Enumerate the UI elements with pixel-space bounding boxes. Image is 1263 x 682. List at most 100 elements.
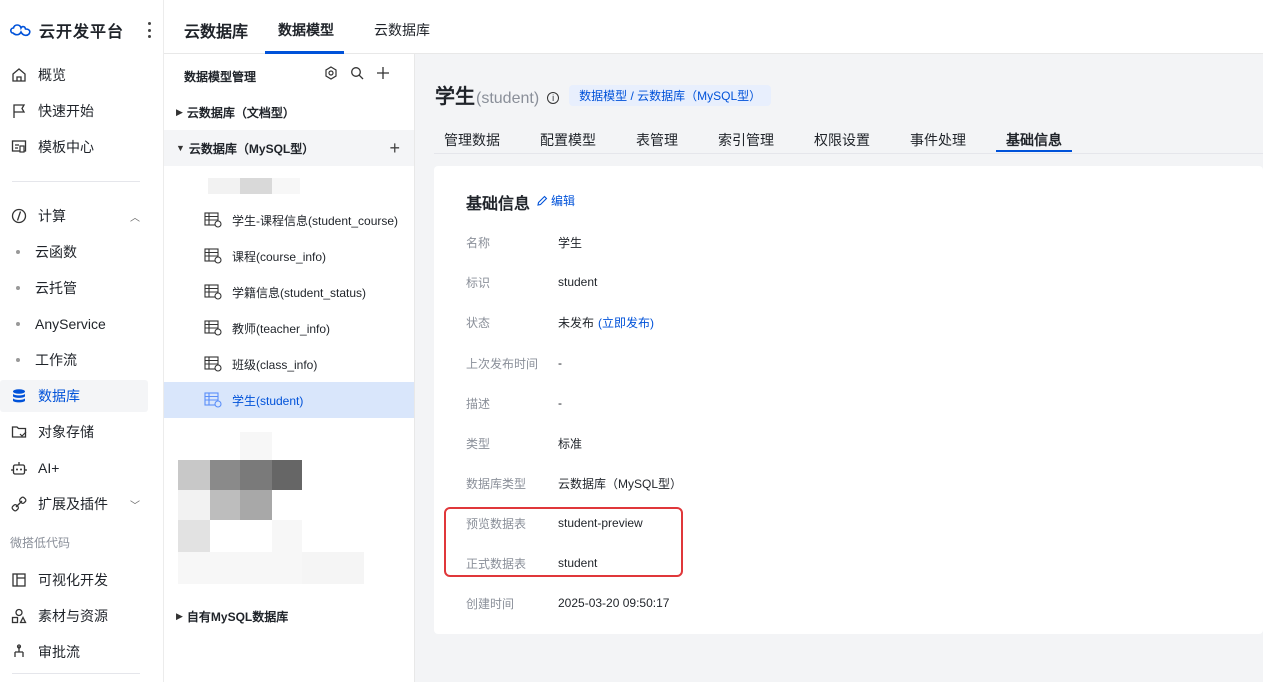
cloud-logo-icon	[10, 24, 31, 37]
row-label: 描述	[466, 396, 491, 411]
blurred-item	[208, 178, 240, 194]
search-icon[interactable]	[350, 66, 364, 80]
blurred-mosaic	[240, 460, 272, 490]
nav-item-approval[interactable]: 审批流	[0, 636, 148, 668]
row-value: 未发布	[558, 315, 595, 330]
bullet-dot	[16, 286, 20, 290]
nav-item-workflow[interactable]: 工作流	[0, 344, 148, 376]
tree-leaf[interactable]: 学生-课程信息(student_course)	[164, 202, 414, 238]
page-header: 学生 (student) i 数据模型 / 云数据库（MySQL型）	[435, 80, 772, 109]
chevron-up-icon: ︿	[130, 212, 140, 224]
nav-item-label: 云托管	[35, 280, 77, 296]
add-model-icon[interactable]: +	[389, 138, 400, 159]
nav-item-database[interactable]: 数据库	[0, 380, 148, 412]
row-label: 类型	[466, 436, 491, 451]
add-icon[interactable]	[376, 66, 390, 80]
tab-cloud-database[interactable]: 云数据库	[374, 20, 430, 40]
tree-leaf-label: 教师(teacher_info)	[232, 321, 331, 336]
nav-item-templates[interactable]: 模板中心	[0, 131, 148, 163]
nav-item-label: 数据库	[38, 388, 80, 404]
nav-item-quickstart[interactable]: 快速开始	[0, 95, 148, 127]
row-label: 状态	[466, 315, 491, 330]
top-bar: 云数据库 数据模型 云数据库	[164, 0, 1263, 54]
pencil-icon	[537, 195, 548, 206]
detail-tabs: 管理数据 配置模型 表管理 索引管理 权限设置 事件处理 基础信息	[434, 128, 1263, 154]
info-row-type: 类型 标准	[466, 433, 582, 453]
edit-button[interactable]: 编辑	[536, 192, 575, 209]
tree-leaf[interactable]: 教师(teacher_info)	[164, 310, 414, 346]
brand-name: 云开发平台	[39, 24, 125, 41]
row-label: 上次发布时间	[466, 356, 539, 371]
blurred-mosaic	[178, 520, 210, 552]
row-label: 标识	[466, 275, 491, 290]
info-row-last-publish: 上次发布时间 -	[466, 353, 562, 373]
tree-leaf-label: 课程(course_info)	[232, 249, 327, 264]
compute-icon	[10, 207, 28, 225]
tab-config-model[interactable]: 配置模型	[540, 130, 596, 150]
nav-divider	[12, 673, 140, 674]
row-value: 云数据库（MySQL型）	[558, 476, 683, 491]
tab-data-model[interactable]: 数据模型	[278, 20, 334, 40]
tab-index-manage[interactable]: 索引管理	[718, 130, 774, 150]
blurred-mosaic	[272, 460, 302, 490]
tree-group-document-db[interactable]: ▶ 云数据库（文档型）	[164, 94, 414, 130]
tree-leaf[interactable]: 班级(class_info)	[164, 346, 414, 382]
info-icon[interactable]: i	[547, 92, 560, 104]
nav-item-cloud-hosting[interactable]: 云托管	[0, 272, 148, 304]
tree-group-mysql-db[interactable]: ▼ 云数据库（MySQL型） +	[164, 130, 414, 166]
tab-permissions[interactable]: 权限设置	[814, 130, 870, 150]
blurred-mosaic	[178, 460, 210, 490]
section-title: 云数据库	[184, 24, 249, 41]
row-value: 标准	[558, 436, 583, 451]
tree-leaf-label: 学籍信息(student_status)	[232, 285, 367, 300]
blurred-mosaic	[240, 432, 272, 460]
tab-basic-info[interactable]: 基础信息	[1006, 130, 1062, 150]
edit-label: 编辑	[551, 194, 576, 208]
template-icon	[10, 138, 28, 156]
nav-item-extensions[interactable]: 扩展及插件 ﹀	[0, 488, 148, 520]
nav-item-overview[interactable]: 概览	[0, 59, 148, 91]
tree-leaf-selected[interactable]: 学生(student)	[164, 382, 414, 418]
blurred-mosaic	[178, 552, 302, 584]
row-value: -	[558, 356, 562, 370]
nav-item-label: 概览	[38, 67, 66, 83]
settings-icon[interactable]	[324, 66, 338, 80]
nav-item-compute[interactable]: 计算 ︿	[0, 200, 148, 232]
row-label: 名称	[466, 235, 491, 250]
blurred-mosaic	[272, 520, 302, 552]
more-vertical-icon[interactable]	[147, 22, 151, 38]
info-row-key: 标识 student	[466, 272, 597, 292]
nav-item-visual-dev[interactable]: 可视化开发	[0, 564, 148, 596]
nav-item-anyservice[interactable]: AnyService	[0, 308, 148, 340]
brand[interactable]: 云开发平台	[0, 0, 163, 60]
side-nav: 云开发平台 概览 快速开始 模板中心 计算 ︿ 云函数 云托管 AnyServi…	[0, 0, 164, 682]
table-icon	[204, 212, 222, 228]
nav-item-label: 快速开始	[38, 103, 94, 119]
tree-leaf[interactable]: 课程(course_info)	[164, 238, 414, 274]
table-icon	[204, 284, 222, 300]
nav-item-materials[interactable]: 素材与资源	[0, 600, 148, 632]
tree-group-label: 自有MySQL数据库	[186, 609, 289, 624]
nav-item-label: AnyService	[35, 316, 106, 332]
tree-group-own-mysql[interactable]: ▶ 自有MySQL数据库	[164, 598, 414, 634]
bullet-dot	[16, 358, 20, 362]
nav-item-cloud-function[interactable]: 云函数	[0, 236, 148, 268]
nav-item-ai[interactable]: AI+	[0, 452, 148, 484]
tab-table-manage[interactable]: 表管理	[636, 130, 678, 150]
nav-item-label: 素材与资源	[38, 608, 108, 624]
publish-now-link[interactable]: (立即发布)	[598, 314, 654, 331]
row-value: 2025-03-20 09:50:17	[558, 596, 670, 610]
nav-item-storage[interactable]: 对象存储	[0, 416, 148, 448]
tab-manage-data[interactable]: 管理数据	[444, 130, 500, 150]
nav-item-label: 扩展及插件	[38, 496, 108, 512]
active-tab-indicator	[996, 150, 1072, 152]
blurred-mosaic	[210, 460, 240, 490]
layout-icon	[10, 571, 28, 589]
nav-divider	[12, 181, 140, 182]
tree-toolbar	[324, 66, 390, 80]
tab-events[interactable]: 事件处理	[910, 130, 966, 150]
page-title: 学生	[435, 86, 475, 108]
tree-leaf[interactable]: 学籍信息(student_status)	[164, 274, 414, 310]
nav-item-label: 工作流	[35, 352, 77, 368]
nav-item-label: 审批流	[38, 644, 80, 660]
